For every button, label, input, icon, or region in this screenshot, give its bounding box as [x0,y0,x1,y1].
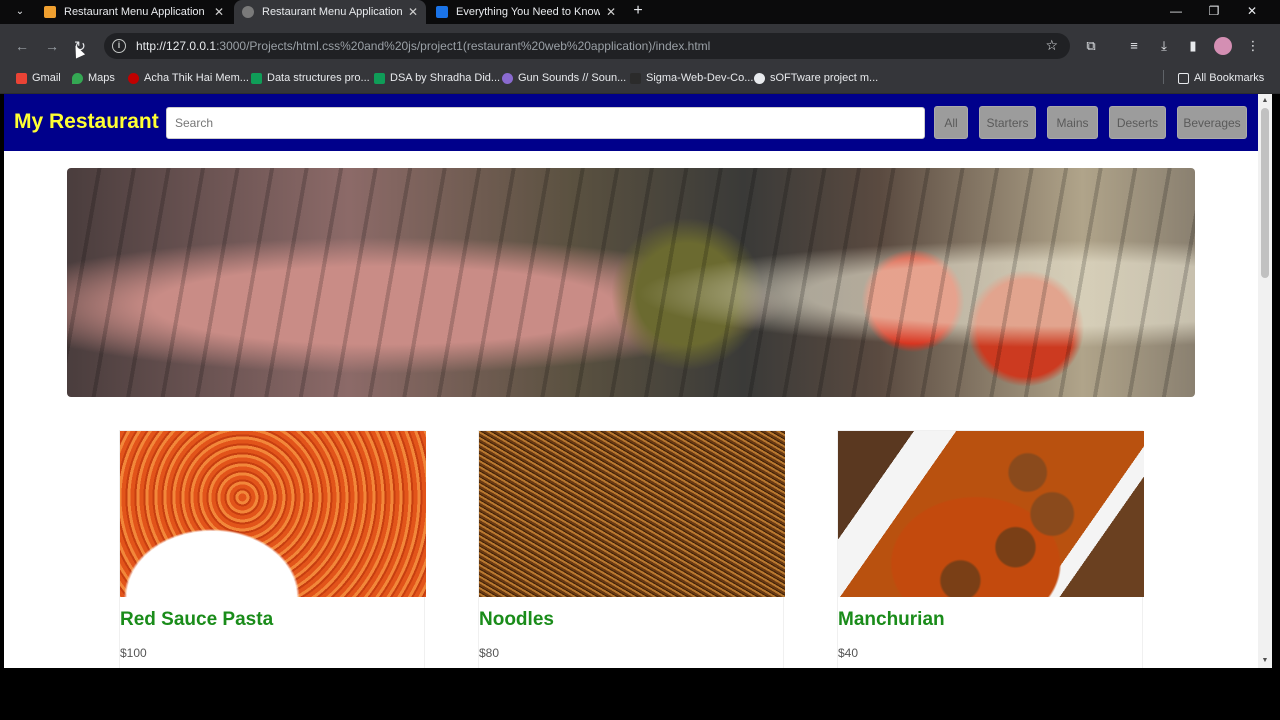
manchurian-image [838,431,1144,597]
bookmark-maps[interactable]: Maps [72,69,115,87]
close-tab-icon[interactable]: ✕ [214,5,224,19]
page-scrollbar[interactable]: ▲ ▼ [1258,94,1272,668]
restore-icon[interactable]: ❐ [1196,0,1232,24]
extensions-icon[interactable]: ⧉ [1082,37,1100,55]
bookmark-ds[interactable]: Data structures pro... [251,69,370,87]
tab-restaurant-2[interactable]: Restaurant Menu Application ✕ [234,0,426,24]
close-window-icon[interactable]: ✕ [1234,0,1270,24]
bookmark-star-icon[interactable]: ☆ [1045,37,1058,54]
bookmark-dsa[interactable]: DSA by Shradha Did... [374,69,500,87]
tab-strip: ⌄ Restaurant Menu Application - ✕ Restau… [0,0,1280,24]
site-brand[interactable]: My Restaurant [14,110,159,134]
close-tab-icon[interactable]: ✕ [606,5,616,19]
hero-banner-image [67,168,1195,397]
bookmark-sigma[interactable]: Sigma-Web-Dev-Co... [630,69,753,87]
sheets-icon [374,72,385,84]
bookmark-acha[interactable]: Acha Thik Hai Mem... [128,69,249,87]
scrollbar-thumb[interactable] [1261,108,1269,278]
scroll-up-arrow-icon[interactable]: ▲ [1261,97,1269,105]
menu-card-pasta[interactable]: Red Sauce Pasta $100 [119,430,426,668]
globe-icon [754,72,765,84]
tab-restaurant-1[interactable]: Restaurant Menu Application - ✕ [36,0,232,24]
filter-beverages-button[interactable]: Beverages [1177,106,1247,139]
favicon-icon [242,6,254,18]
tab-everything[interactable]: Everything You Need to Know / ✕ [428,0,624,24]
filter-starters-button[interactable]: Starters [979,106,1036,139]
menu-card-noodles[interactable]: Noodles $80 [478,430,785,668]
bookmarks-bar: Gmail Maps Acha Thik Hai Mem... Data str… [0,68,1280,94]
menu-card-manchurian[interactable]: Manchurian $40 [837,430,1144,668]
bookmark-gmail[interactable]: Gmail [16,69,61,87]
pasta-image [120,431,426,597]
address-bar[interactable]: i http://127.0.0.1:3000/Projects/html.cs… [104,33,1070,59]
gun-sounds-icon [502,72,513,84]
page-viewport: My Restaurant All Starters Mains Deserts… [4,94,1258,668]
menu-item-price: $100 [120,646,147,660]
bookmark-gun[interactable]: Gun Sounds // Soun... [502,69,626,87]
new-tab-button[interactable]: + [630,0,646,24]
menu-item-name: Noodles [479,609,554,630]
tab-search-icon[interactable]: ⌄ [10,4,30,20]
github-icon [630,72,641,84]
menu-kebab-icon[interactable]: ⋮ [1244,37,1262,55]
filter-mains-button[interactable]: Mains [1047,106,1098,139]
menu-item-price: $40 [838,646,859,660]
maps-icon [72,72,83,84]
folder-icon [1178,72,1189,84]
profile-avatar[interactable] [1214,37,1232,55]
grill-texture [67,168,1195,397]
screen-bottom-bar [0,668,1280,720]
all-bookmarks[interactable]: All Bookmarks [1178,69,1264,87]
search-input[interactable] [166,107,925,139]
browser-toolbar: ← → ↻ i http://127.0.0.1:3000/Projects/h… [0,24,1280,68]
menu-item-name: Manchurian [838,609,945,630]
favicon-icon [436,6,448,18]
sheets-icon [251,72,262,84]
noodles-image [479,431,785,597]
favicon-icon [44,6,56,18]
menu-item-price: $80 [479,646,500,660]
side-panel-icon[interactable]: ▮ [1184,37,1202,55]
bookmark-software[interactable]: sOFTware project m... [754,69,878,87]
site-info-icon[interactable]: i [112,39,126,53]
browser-chrome: ⌄ Restaurant Menu Application - ✕ Restau… [0,0,1280,94]
minimize-icon[interactable]: — [1158,0,1194,24]
gmail-icon [16,72,27,84]
url-text: http://127.0.0.1:3000/Projects/html.css%… [136,39,711,53]
scroll-down-arrow-icon[interactable]: ▼ [1261,657,1269,665]
filter-deserts-button[interactable]: Deserts [1109,106,1166,139]
filter-all-button[interactable]: All [934,106,968,139]
back-icon[interactable]: ← [12,36,32,56]
menu-item-name: Red Sauce Pasta [120,609,274,630]
media-icon[interactable]: ≡ [1125,37,1143,55]
bookmarks-divider [1163,70,1164,84]
forward-icon[interactable]: → [42,36,62,56]
close-tab-icon[interactable]: ✕ [408,5,418,19]
youtube-icon [128,72,139,84]
download-icon[interactable]: ⤓ [1155,37,1173,55]
site-navbar: My Restaurant All Starters Mains Deserts… [4,94,1258,151]
